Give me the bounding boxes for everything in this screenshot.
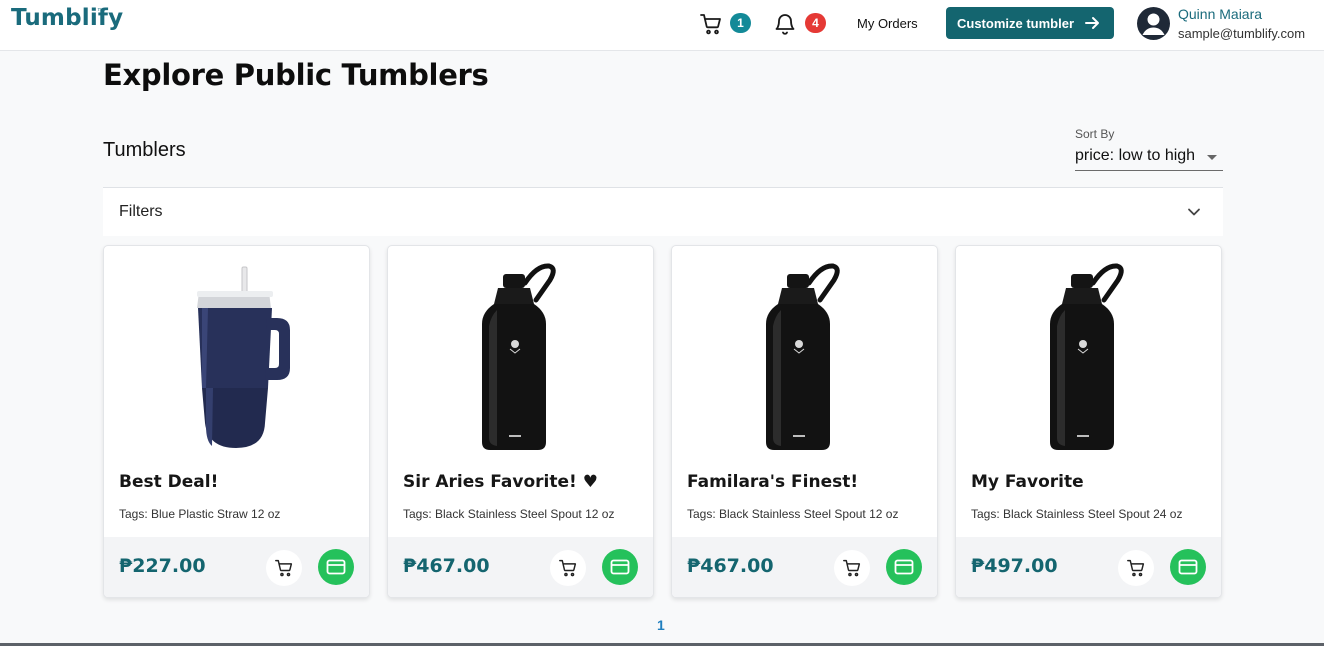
credit-card-icon: [610, 559, 630, 575]
my-orders-link[interactable]: My Orders: [857, 16, 918, 31]
bell-icon: [775, 14, 795, 35]
product-tags: Tags: Blue Plastic Straw 12 oz: [119, 507, 281, 521]
page-title: Explore Public Tumblers: [103, 58, 489, 92]
sort-by-select[interactable]: price: low to high: [1075, 144, 1223, 171]
navy-tumbler-image: [197, 266, 290, 448]
product-image: [956, 246, 1221, 461]
product-image: [388, 246, 653, 461]
product-tags: Tags: Black Stainless Steel Spout 24 oz: [971, 507, 1183, 521]
black-bottle-image: [1050, 263, 1124, 450]
add-to-cart-button[interactable]: [266, 550, 302, 586]
product-price: ₱467.00: [403, 555, 490, 577]
cart-icon: [843, 559, 861, 577]
cart-button[interactable]: 1: [699, 11, 755, 37]
filters-accordion[interactable]: Filters: [103, 188, 1223, 236]
customize-tumbler-label: Customize tumbler: [957, 15, 1075, 31]
cart-count-badge: 1: [730, 13, 751, 33]
product-title: Best Deal!: [119, 472, 219, 492]
product-price: ₱227.00: [119, 555, 206, 577]
customize-tumbler-button[interactable]: Customize tumbler: [946, 7, 1114, 39]
product-title: Familara's Finest!: [687, 472, 859, 492]
user-avatar-icon[interactable]: [1137, 7, 1170, 40]
product-title: My Favorite: [971, 472, 1084, 492]
cart-icon: [275, 559, 293, 577]
cart-icon: [700, 14, 721, 35]
sort-by-label: Sort By: [1075, 127, 1115, 141]
credit-card-icon: [326, 559, 346, 575]
product-title: Sir Aries Favorite! ♥: [403, 472, 598, 492]
product-card[interactable]: Best Deal! Tags: Blue Plastic Straw 12 o…: [103, 245, 370, 598]
product-tags: Tags: Black Stainless Steel Spout 12 oz: [687, 507, 899, 521]
chevron-down-icon: [1188, 208, 1200, 216]
product-image: [104, 246, 369, 461]
brand-logo[interactable]: Tumblify: [11, 5, 123, 31]
top-navbar: Tumblify ™ 1 4 My Orders Customize tumbl…: [0, 0, 1324, 51]
credit-card-icon: [1178, 559, 1198, 575]
product-image: [672, 246, 937, 461]
product-price: ₱467.00: [687, 555, 774, 577]
cart-icon: [1127, 559, 1145, 577]
sort-by-value: price: low to high: [1075, 147, 1196, 164]
add-to-cart-button[interactable]: [1118, 550, 1154, 586]
notification-count-badge: 4: [805, 13, 826, 33]
buy-now-button[interactable]: [602, 549, 638, 585]
filters-label: Filters: [119, 203, 163, 220]
user-name[interactable]: Quinn Maiara: [1178, 6, 1262, 22]
product-footer: ₱227.00: [104, 537, 369, 597]
product-tags: Tags: Black Stainless Steel Spout 12 oz: [403, 507, 615, 521]
product-card[interactable]: Sir Aries Favorite! ♥ Tags: Black Stainl…: [387, 245, 654, 598]
product-price: ₱497.00: [971, 555, 1058, 577]
add-to-cart-button[interactable]: [550, 550, 586, 586]
buy-now-button[interactable]: [318, 549, 354, 585]
arrow-right-icon: [1085, 17, 1099, 29]
notifications-button[interactable]: 4: [774, 11, 830, 37]
product-card[interactable]: My Favorite Tags: Black Stainless Steel …: [955, 245, 1222, 598]
section-heading: Tumblers: [103, 139, 186, 161]
cart-icon: [559, 559, 577, 577]
caret-down-icon: [1207, 155, 1217, 160]
product-card[interactable]: Familara's Finest! Tags: Black Stainless…: [671, 245, 938, 598]
buy-now-button[interactable]: [1170, 549, 1206, 585]
black-bottle-image: [482, 263, 556, 450]
product-footer: ₱467.00: [388, 537, 653, 597]
product-footer: ₱467.00: [672, 537, 937, 597]
pagination-page-1[interactable]: 1: [657, 617, 665, 633]
credit-card-icon: [894, 559, 914, 575]
black-bottle-image: [766, 263, 840, 450]
buy-now-button[interactable]: [886, 549, 922, 585]
trademark-mark: ™: [97, 8, 104, 15]
user-email: sample@tumblify.com: [1178, 26, 1306, 41]
add-to-cart-button[interactable]: [834, 550, 870, 586]
product-footer: ₱497.00: [956, 537, 1221, 597]
